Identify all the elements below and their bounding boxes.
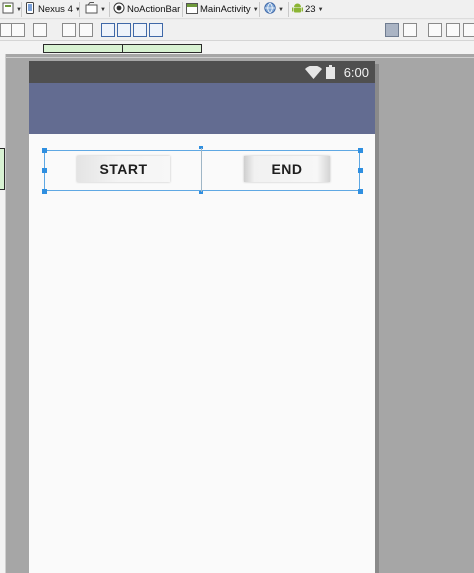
left-ruler-selection-range[interactable]: [0, 148, 5, 190]
canvas-top-line: [6, 57, 474, 58]
stretch-vertical-icon[interactable]: [79, 23, 93, 37]
toolbar-separator: [21, 2, 22, 17]
device-preview[interactable]: 6:00 START END: [29, 61, 375, 573]
locale-menu[interactable]: ▼: [264, 2, 284, 17]
status-bar: 6:00: [29, 61, 375, 83]
toolbar-separator: [288, 2, 289, 17]
start-button-label: START: [99, 161, 148, 177]
zoom-out-icon[interactable]: [446, 23, 460, 37]
end-button-label: END: [271, 161, 303, 177]
android-icon: [292, 2, 303, 17]
layout-divider: [201, 148, 202, 192]
layout-toolbar: [0, 20, 474, 41]
distribute-icon[interactable]: [133, 23, 147, 37]
resize-handle-bottom-left[interactable]: [42, 189, 47, 194]
activity-selector[interactable]: MainActivity ▼: [186, 2, 259, 17]
status-time: 6:00: [343, 65, 369, 80]
device-icon: [25, 2, 35, 17]
api-level-label: 23: [305, 4, 316, 15]
configuration-toolbar: ▼ Nexus 4 ▼ ▼ NoActionBar MainActivity ▼: [0, 0, 474, 19]
refresh-icon[interactable]: [403, 23, 417, 37]
stretch-horizontal-icon[interactable]: [62, 23, 76, 37]
left-ruler: [0, 54, 6, 573]
resize-handle-bottom-right[interactable]: [358, 189, 363, 194]
theme-icon: [113, 2, 125, 17]
api-level-selector[interactable]: 23 ▼: [292, 2, 324, 17]
resize-handle-top-right[interactable]: [358, 148, 363, 153]
device-label: Nexus 4: [38, 4, 73, 15]
activity-icon: [186, 2, 198, 17]
resize-handle-left[interactable]: [42, 168, 47, 173]
toolbar-separator: [259, 2, 260, 17]
toolbar-separator: [182, 2, 183, 17]
chevron-down-icon: ▼: [252, 6, 259, 13]
toolbar-separator: [79, 2, 80, 17]
zoom-in-icon[interactable]: [428, 23, 442, 37]
end-button[interactable]: END: [244, 156, 330, 182]
toolbar-separator: [109, 2, 110, 17]
start-button[interactable]: START: [77, 156, 170, 182]
globe-icon: [264, 2, 276, 17]
device-selector[interactable]: Nexus 4 ▼: [25, 2, 81, 17]
zoom-fit-icon[interactable]: [33, 23, 47, 37]
orientation-menu[interactable]: ▼: [85, 2, 106, 17]
show-layout-bounds-icon[interactable]: [385, 23, 399, 37]
resize-handle-right[interactable]: [358, 168, 363, 173]
theme-label: NoActionBar: [127, 4, 181, 15]
ruler-divider: [122, 44, 123, 53]
orientation-icon: [85, 2, 98, 17]
activity-label: MainActivity: [200, 4, 251, 15]
weight-icon[interactable]: [117, 23, 131, 37]
clear-weights-icon[interactable]: [149, 23, 163, 37]
chevron-down-icon: ▼: [317, 6, 324, 13]
app-bar: [29, 83, 375, 134]
layout-file-icon: [2, 2, 14, 17]
resize-handle-top-left[interactable]: [42, 148, 47, 153]
layout-width-icon[interactable]: [11, 23, 25, 37]
wifi-icon: [305, 65, 322, 84]
battery-icon: [326, 65, 335, 84]
chevron-down-icon: ▼: [278, 6, 284, 13]
chevron-down-icon: ▼: [100, 6, 106, 13]
zoom-actual-icon[interactable]: [463, 23, 474, 37]
column-icon[interactable]: [101, 23, 115, 37]
theme-selector[interactable]: NoActionBar: [113, 2, 180, 17]
layout-variants-menu[interactable]: ▼: [2, 2, 22, 17]
